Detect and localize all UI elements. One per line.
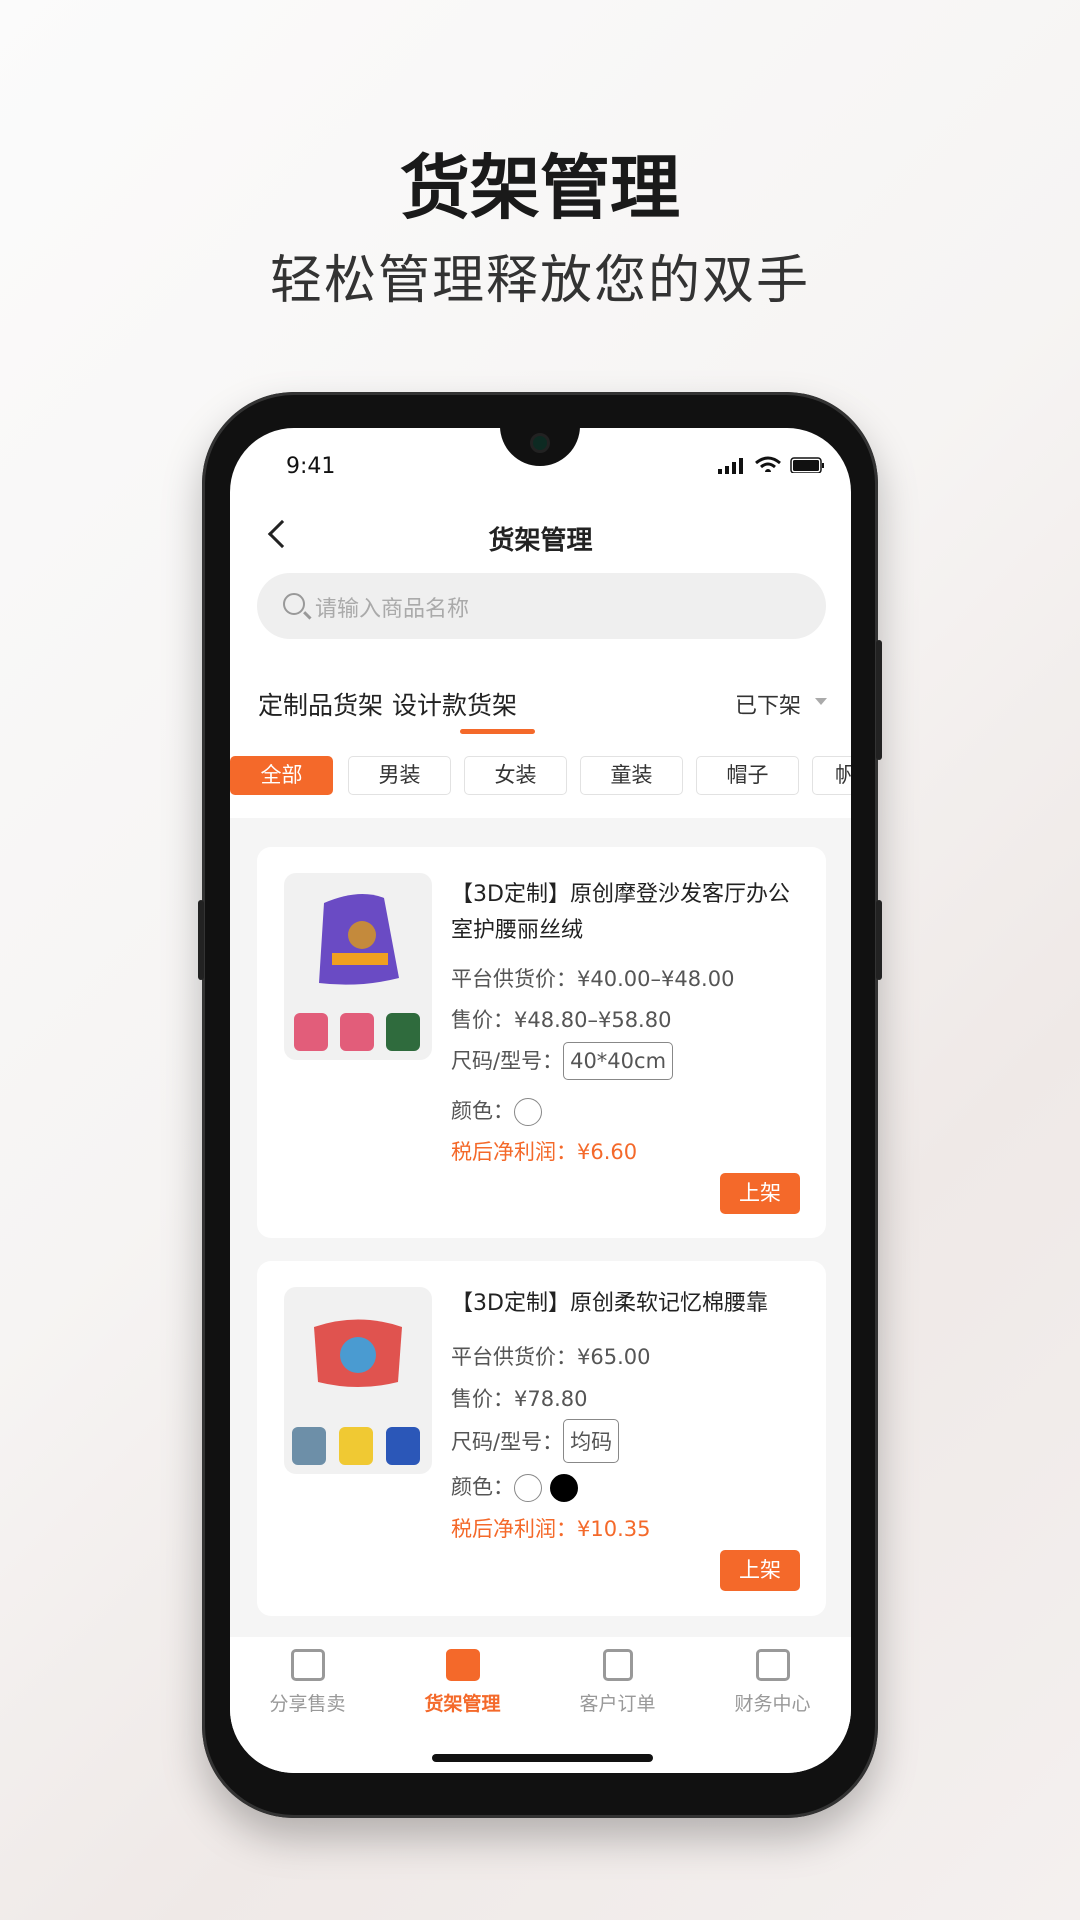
tab-shelf-management[interactable]: 货架管理 — [385, 1649, 540, 1716]
product-thumbnail[interactable] — [294, 1013, 328, 1051]
size-option[interactable]: 均码 — [563, 1419, 620, 1463]
battery-icon — [790, 457, 824, 473]
tab-share-sell[interactable]: 分享售卖 — [230, 1649, 385, 1716]
hero-title: 货架管理 — [400, 147, 680, 229]
category-chip-hats[interactable]: 帽子 — [696, 756, 799, 795]
status-filter-dropdown[interactable]: 已下架 — [735, 688, 801, 720]
tab-label: 货架管理 — [424, 1693, 501, 1715]
price-label: 售价： — [451, 1387, 514, 1411]
supply-price: ¥40.00–¥48.00 — [577, 967, 735, 991]
side-button — [198, 900, 204, 980]
product-image[interactable] — [284, 873, 432, 1060]
product-thumbnail[interactable] — [386, 1427, 420, 1465]
product-card[interactable]: 【3D定制】原创摩登沙发客厅办公室护腰丽丝绒 平台供货价：¥40.00–¥48.… — [257, 847, 826, 1238]
color-swatch-black[interactable] — [550, 1474, 578, 1502]
signal-icon — [718, 458, 743, 474]
profit-value: ¥6.60 — [577, 1140, 638, 1164]
search-icon — [283, 593, 305, 615]
profit-label: 税后净利润： — [451, 1517, 577, 1541]
price: ¥78.80 — [514, 1387, 588, 1411]
active-tab-indicator — [460, 729, 535, 734]
search-placeholder: 请输入商品名称 — [315, 597, 470, 622]
category-chip-more[interactable]: 帆 — [812, 756, 851, 795]
color-label: 颜色： — [451, 1099, 514, 1123]
tab-customer-orders[interactable]: 客户订单 — [540, 1649, 695, 1716]
tab-label: 财务中心 — [734, 1693, 811, 1715]
product-thumbnail[interactable] — [339, 1427, 373, 1465]
power-button — [876, 900, 882, 980]
price-label: 售价： — [451, 1008, 514, 1032]
phone-screen: 9:41 货架管理 请输入商品名称 定制品货架 设计款货架 已下架 全部 男装 … — [230, 428, 851, 1773]
category-chip-men[interactable]: 男装 — [348, 756, 451, 795]
list-on-shelf-button[interactable]: 上架 — [720, 1173, 800, 1214]
tab-label: 分享售卖 — [269, 1693, 346, 1715]
size-label: 尺码/型号： — [451, 1430, 564, 1454]
product-thumbnail[interactable] — [340, 1013, 374, 1051]
category-chip-women[interactable]: 女装 — [464, 756, 567, 795]
volume-button — [876, 640, 882, 760]
status-time: 9:41 — [286, 454, 336, 479]
supply-price-label: 平台供货价： — [451, 967, 577, 991]
home-indicator[interactable] — [432, 1754, 653, 1762]
hero-subtitle: 轻松管理释放您的双手 — [269, 251, 810, 311]
category-chip-all[interactable]: 全部 — [230, 756, 333, 795]
product-main-image — [314, 1319, 402, 1387]
product-main-image — [319, 894, 399, 985]
price: ¥48.80–¥58.80 — [514, 1008, 672, 1032]
wallet-icon — [755, 1649, 790, 1681]
store-icon — [290, 1649, 325, 1681]
color-label: 颜色： — [451, 1475, 514, 1499]
search-input[interactable]: 请输入商品名称 — [257, 573, 826, 639]
profit-value: ¥10.35 — [577, 1517, 651, 1541]
category-chip-kids[interactable]: 童装 — [580, 756, 683, 795]
bottom-tab-bar: 分享售卖 货架管理 客户订单 财务中心 — [230, 1637, 851, 1773]
profit-label: 税后净利润： — [451, 1140, 577, 1164]
size-option[interactable]: 40*40cm — [563, 1042, 674, 1080]
caret-down-icon[interactable] — [815, 698, 827, 705]
tab-finance-center[interactable]: 财务中心 — [695, 1649, 850, 1716]
color-swatch-white[interactable] — [514, 1098, 542, 1126]
product-image[interactable] — [284, 1287, 432, 1474]
wifi-icon — [755, 456, 781, 472]
product-title: 【3D定制】原创摩登沙发客厅办公室护腰丽丝绒 — [451, 882, 790, 943]
camera — [530, 433, 550, 453]
list-on-shelf-button[interactable]: 上架 — [720, 1550, 800, 1591]
supply-price: ¥65.00 — [577, 1345, 651, 1369]
product-list: 【3D定制】原创摩登沙发客厅办公室护腰丽丝绒 平台供货价：¥40.00–¥48.… — [230, 818, 851, 1637]
shopping-bag-icon — [445, 1649, 480, 1681]
tab-design-shelf[interactable]: 设计款货架 — [392, 686, 517, 722]
supply-price-label: 平台供货价： — [451, 1345, 577, 1369]
order-icon — [602, 1649, 633, 1681]
tab-label: 客户订单 — [579, 1693, 656, 1715]
color-swatch-white[interactable] — [514, 1474, 542, 1502]
tab-custom-shelf[interactable]: 定制品货架 — [258, 686, 383, 722]
product-title: 【3D定制】原创柔软记忆棉腰靠 — [451, 1291, 768, 1316]
product-card[interactable]: 【3D定制】原创柔软记忆棉腰靠 平台供货价：¥65.00 售价：¥78.80 尺… — [257, 1261, 826, 1616]
page-title: 货架管理 — [488, 526, 593, 556]
product-thumbnail[interactable] — [386, 1013, 420, 1051]
product-thumbnail[interactable] — [292, 1427, 326, 1465]
size-label: 尺码/型号： — [451, 1049, 564, 1073]
